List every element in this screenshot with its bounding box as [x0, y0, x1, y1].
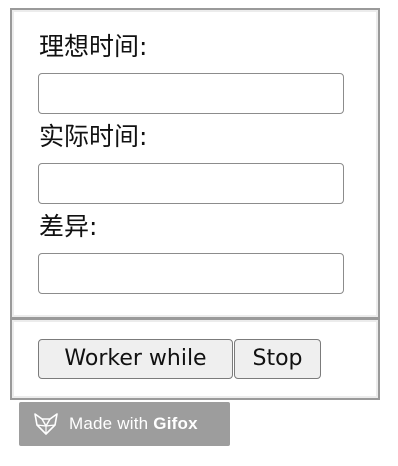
ideal-time-label: 理想时间: — [39, 32, 148, 61]
actual-time-input[interactable] — [38, 163, 344, 204]
controls-panel: Worker while Stop — [10, 318, 380, 400]
stop-button[interactable]: Stop — [234, 339, 321, 379]
actual-time-label: 实际时间: — [39, 122, 148, 151]
fox-icon — [34, 413, 58, 435]
time-fields-panel: 理想时间: 实际时间: 差异: — [10, 8, 380, 319]
worker-while-button[interactable]: Worker while — [38, 339, 233, 379]
made-with-gifox-badge: Made with Gifox — [19, 402, 230, 446]
difference-input[interactable] — [38, 253, 344, 294]
difference-label: 差异: — [39, 212, 98, 241]
badge-brand-text: Gifox — [153, 414, 198, 433]
badge-prefix-text: Made with — [69, 414, 149, 433]
ideal-time-input[interactable] — [38, 73, 344, 114]
